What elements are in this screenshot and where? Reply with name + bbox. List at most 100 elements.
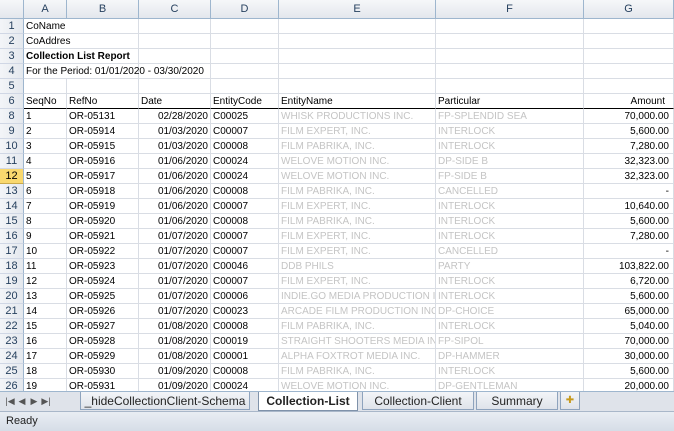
cell-g[interactable]: 5,600.00 <box>584 289 674 304</box>
column-title-d[interactable]: EntityCode <box>211 94 279 109</box>
cell-e[interactable]: FILM EXPERT, INC. <box>279 124 436 139</box>
cell-a[interactable]: 13 <box>24 289 67 304</box>
cell-d[interactable]: C00024 <box>211 154 279 169</box>
cell-d[interactable]: C00008 <box>211 214 279 229</box>
cell-b[interactable]: OR-05922 <box>67 244 139 259</box>
cell-d[interactable]: C00007 <box>211 244 279 259</box>
row-header[interactable]: 8 <box>0 109 24 124</box>
cell-b[interactable]: OR-05915 <box>67 139 139 154</box>
cell-g[interactable]: 65,000.00 <box>584 304 674 319</box>
sheet-tab-summary[interactable]: Summary <box>476 392 558 410</box>
cell-g[interactable]: - <box>584 184 674 199</box>
cell-e[interactable]: ALPHA FOXTROT MEDIA INC. <box>279 349 436 364</box>
cell-e[interactable]: FILM PABRIKA, INC. <box>279 184 436 199</box>
cell-f[interactable]: INTERLOCK <box>436 364 584 379</box>
cell-g[interactable]: 70,000.00 <box>584 334 674 349</box>
cell-f[interactable]: CANCELLED <box>436 184 584 199</box>
cell-f[interactable]: INTERLOCK <box>436 229 584 244</box>
row-header[interactable]: 21 <box>0 304 24 319</box>
cell-d[interactable]: C00008 <box>211 139 279 154</box>
cell-c[interactable]: 01/07/2020 <box>139 274 211 289</box>
cell-g[interactable] <box>584 49 674 64</box>
cell-c[interactable]: 01/07/2020 <box>139 229 211 244</box>
cell-e[interactable]: ARCADE FILM PRODUCTION INC. <box>279 304 436 319</box>
cell-f[interactable]: INTERLOCK <box>436 139 584 154</box>
column-title-c[interactable]: Date <box>139 94 211 109</box>
sheet-tab-collection-client[interactable]: Collection-Client <box>362 392 474 410</box>
cell-b[interactable]: OR-05131 <box>67 109 139 124</box>
cell-a[interactable]: 2 <box>24 124 67 139</box>
cell-b[interactable] <box>67 79 139 94</box>
cell-b[interactable]: OR-05925 <box>67 289 139 304</box>
cell-f[interactable]: DP-CHOICE <box>436 304 584 319</box>
cell-f[interactable]: INTERLOCK <box>436 289 584 304</box>
cell-c[interactable]: 01/08/2020 <box>139 319 211 334</box>
column-header-c[interactable]: C <box>139 0 211 18</box>
cell-c[interactable]: 01/07/2020 <box>139 244 211 259</box>
row-header[interactable]: 16 <box>0 229 24 244</box>
row-header[interactable]: 6 <box>0 94 24 109</box>
column-header-e[interactable]: E <box>279 0 436 18</box>
cell-b[interactable]: OR-05927 <box>67 319 139 334</box>
cell-a[interactable] <box>24 79 67 94</box>
cell-c[interactable]: 01/06/2020 <box>139 154 211 169</box>
sheet-tab-collection-list[interactable]: Collection-List <box>258 392 358 411</box>
cell-a[interactable]: 18 <box>24 364 67 379</box>
row-header[interactable]: 24 <box>0 349 24 364</box>
cell-e[interactable]: FILM PABRIKA, INC. <box>279 364 436 379</box>
cell-g[interactable] <box>584 64 674 79</box>
cell-a[interactable]: 8 <box>24 214 67 229</box>
row-header[interactable]: 14 <box>0 199 24 214</box>
cell-a[interactable]: For the Period: 01/01/2020 - 03/30/2020 <box>24 64 424 79</box>
cell-g[interactable]: 6,720.00 <box>584 274 674 289</box>
cell-d[interactable]: C00008 <box>211 364 279 379</box>
cell-d[interactable]: C00001 <box>211 349 279 364</box>
column-header-b[interactable]: B <box>67 0 139 18</box>
cell-d[interactable]: C00024 <box>211 169 279 184</box>
row-header[interactable]: 15 <box>0 214 24 229</box>
prev-sheet-button[interactable]: ◀ <box>16 395 28 408</box>
cell-c[interactable]: 01/06/2020 <box>139 184 211 199</box>
cell-a[interactable]: 17 <box>24 349 67 364</box>
column-title-a[interactable]: SeqNo <box>24 94 67 109</box>
cell-d[interactable]: C00006 <box>211 289 279 304</box>
cell-e[interactable]: FILM EXPERT, INC. <box>279 274 436 289</box>
cell-b[interactable]: OR-05921 <box>67 229 139 244</box>
cell-g[interactable]: 5,600.00 <box>584 214 674 229</box>
cell-b[interactable]: OR-05923 <box>67 259 139 274</box>
cell-c[interactable] <box>139 79 211 94</box>
cell-e[interactable]: DDB PHILS <box>279 259 436 274</box>
cell-e[interactable]: FILM EXPERT, INC. <box>279 229 436 244</box>
cell-g[interactable]: 5,600.00 <box>584 364 674 379</box>
cell-b[interactable]: OR-05930 <box>67 364 139 379</box>
cell-c[interactable]: 01/07/2020 <box>139 289 211 304</box>
cell-f[interactable] <box>436 79 584 94</box>
cell-c[interactable]: 01/07/2020 <box>139 304 211 319</box>
cell-g[interactable] <box>584 79 674 94</box>
cell-e[interactable]: WELOVE MOTION INC. <box>279 169 436 184</box>
row-header[interactable]: 10 <box>0 139 24 154</box>
last-sheet-button[interactable]: ▶| <box>40 395 52 408</box>
cell-e[interactable]: FILM EXPERT, INC. <box>279 244 436 259</box>
row-header[interactable]: 11 <box>0 154 24 169</box>
column-header-f[interactable]: F <box>436 0 584 18</box>
cell-f[interactable] <box>436 64 584 79</box>
row-header[interactable]: 5 <box>0 79 24 94</box>
cell-g[interactable]: 7,280.00 <box>584 229 674 244</box>
cell-a[interactable]: 11 <box>24 259 67 274</box>
cell-e[interactable]: FILM PABRIKA, INC. <box>279 214 436 229</box>
cell-b[interactable]: OR-05920 <box>67 214 139 229</box>
cell-c[interactable]: 01/07/2020 <box>139 259 211 274</box>
cell-e[interactable]: WHISK PRODUCTIONS INC. <box>279 109 436 124</box>
cell-d[interactable]: C00023 <box>211 304 279 319</box>
column-header-d[interactable]: D <box>211 0 279 18</box>
cell-a[interactable]: 3 <box>24 139 67 154</box>
cell-f[interactable]: FP-SPLENDID SEA <box>436 109 584 124</box>
cell-a[interactable]: CoName <box>24 19 424 34</box>
cell-b[interactable]: OR-05929 <box>67 349 139 364</box>
cell-f[interactable]: PARTY <box>436 259 584 274</box>
cell-g[interactable]: 103,822.00 <box>584 259 674 274</box>
row-header[interactable]: 12 <box>0 169 24 184</box>
cell-g[interactable]: 30,000.00 <box>584 349 674 364</box>
cell-a[interactable]: 12 <box>24 274 67 289</box>
